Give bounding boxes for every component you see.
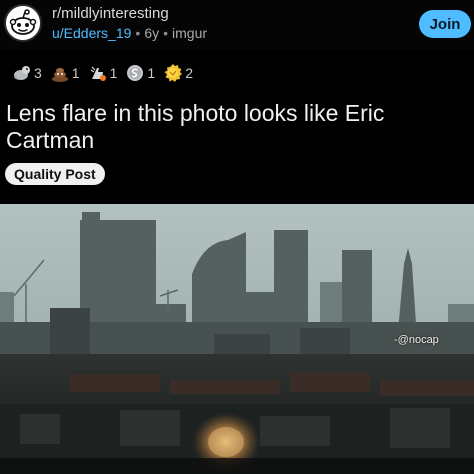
awards-row[interactable]: 3 1 1 1 2 (12, 60, 201, 86)
award-count: 1 (71, 65, 80, 81)
award-facepalm[interactable]: 2 (163, 63, 193, 83)
award-wholesome-seal[interactable]: 3 (12, 63, 42, 83)
silver-coin-icon (127, 65, 144, 81)
award-poop[interactable]: 1 (50, 63, 80, 83)
rocket-like-icon (90, 66, 106, 81)
post-source[interactable]: imgur (172, 25, 207, 41)
poop-icon (51, 68, 68, 82)
subreddit-name[interactable]: r/mildlyinteresting (52, 5, 169, 22)
image-watermark: -@nocap (394, 334, 439, 346)
wholesome-seal-icon (14, 66, 30, 80)
meta-separator: • (163, 25, 169, 41)
post-meta: u/Edders_19 • 6y • imgur (52, 25, 207, 41)
reddit-alien-icon (6, 6, 40, 40)
award-count: 3 (34, 65, 42, 81)
join-button[interactable]: Join (419, 10, 471, 38)
award-silver[interactable]: 1 (125, 63, 155, 83)
post-header: r/mildlyinteresting u/Edders_19 • 6y • imgur… (0, 0, 474, 50)
meta-separator: • (135, 25, 141, 41)
post-image[interactable]: -@nocap (0, 204, 474, 474)
post-flair[interactable]: Quality Post (5, 163, 105, 185)
award-count: 1 (147, 65, 156, 81)
subreddit-avatar[interactable] (4, 4, 42, 42)
facepalm-icon (164, 64, 183, 82)
award-count: 2 (185, 65, 193, 81)
award-count: 1 (109, 65, 118, 81)
post-title[interactable]: Lens flare in this photo looks like Eric… (6, 100, 466, 154)
post-age: 6y (144, 25, 160, 41)
post-author[interactable]: u/Edders_19 (52, 25, 131, 41)
award-rocket-like[interactable]: 1 (88, 63, 118, 83)
